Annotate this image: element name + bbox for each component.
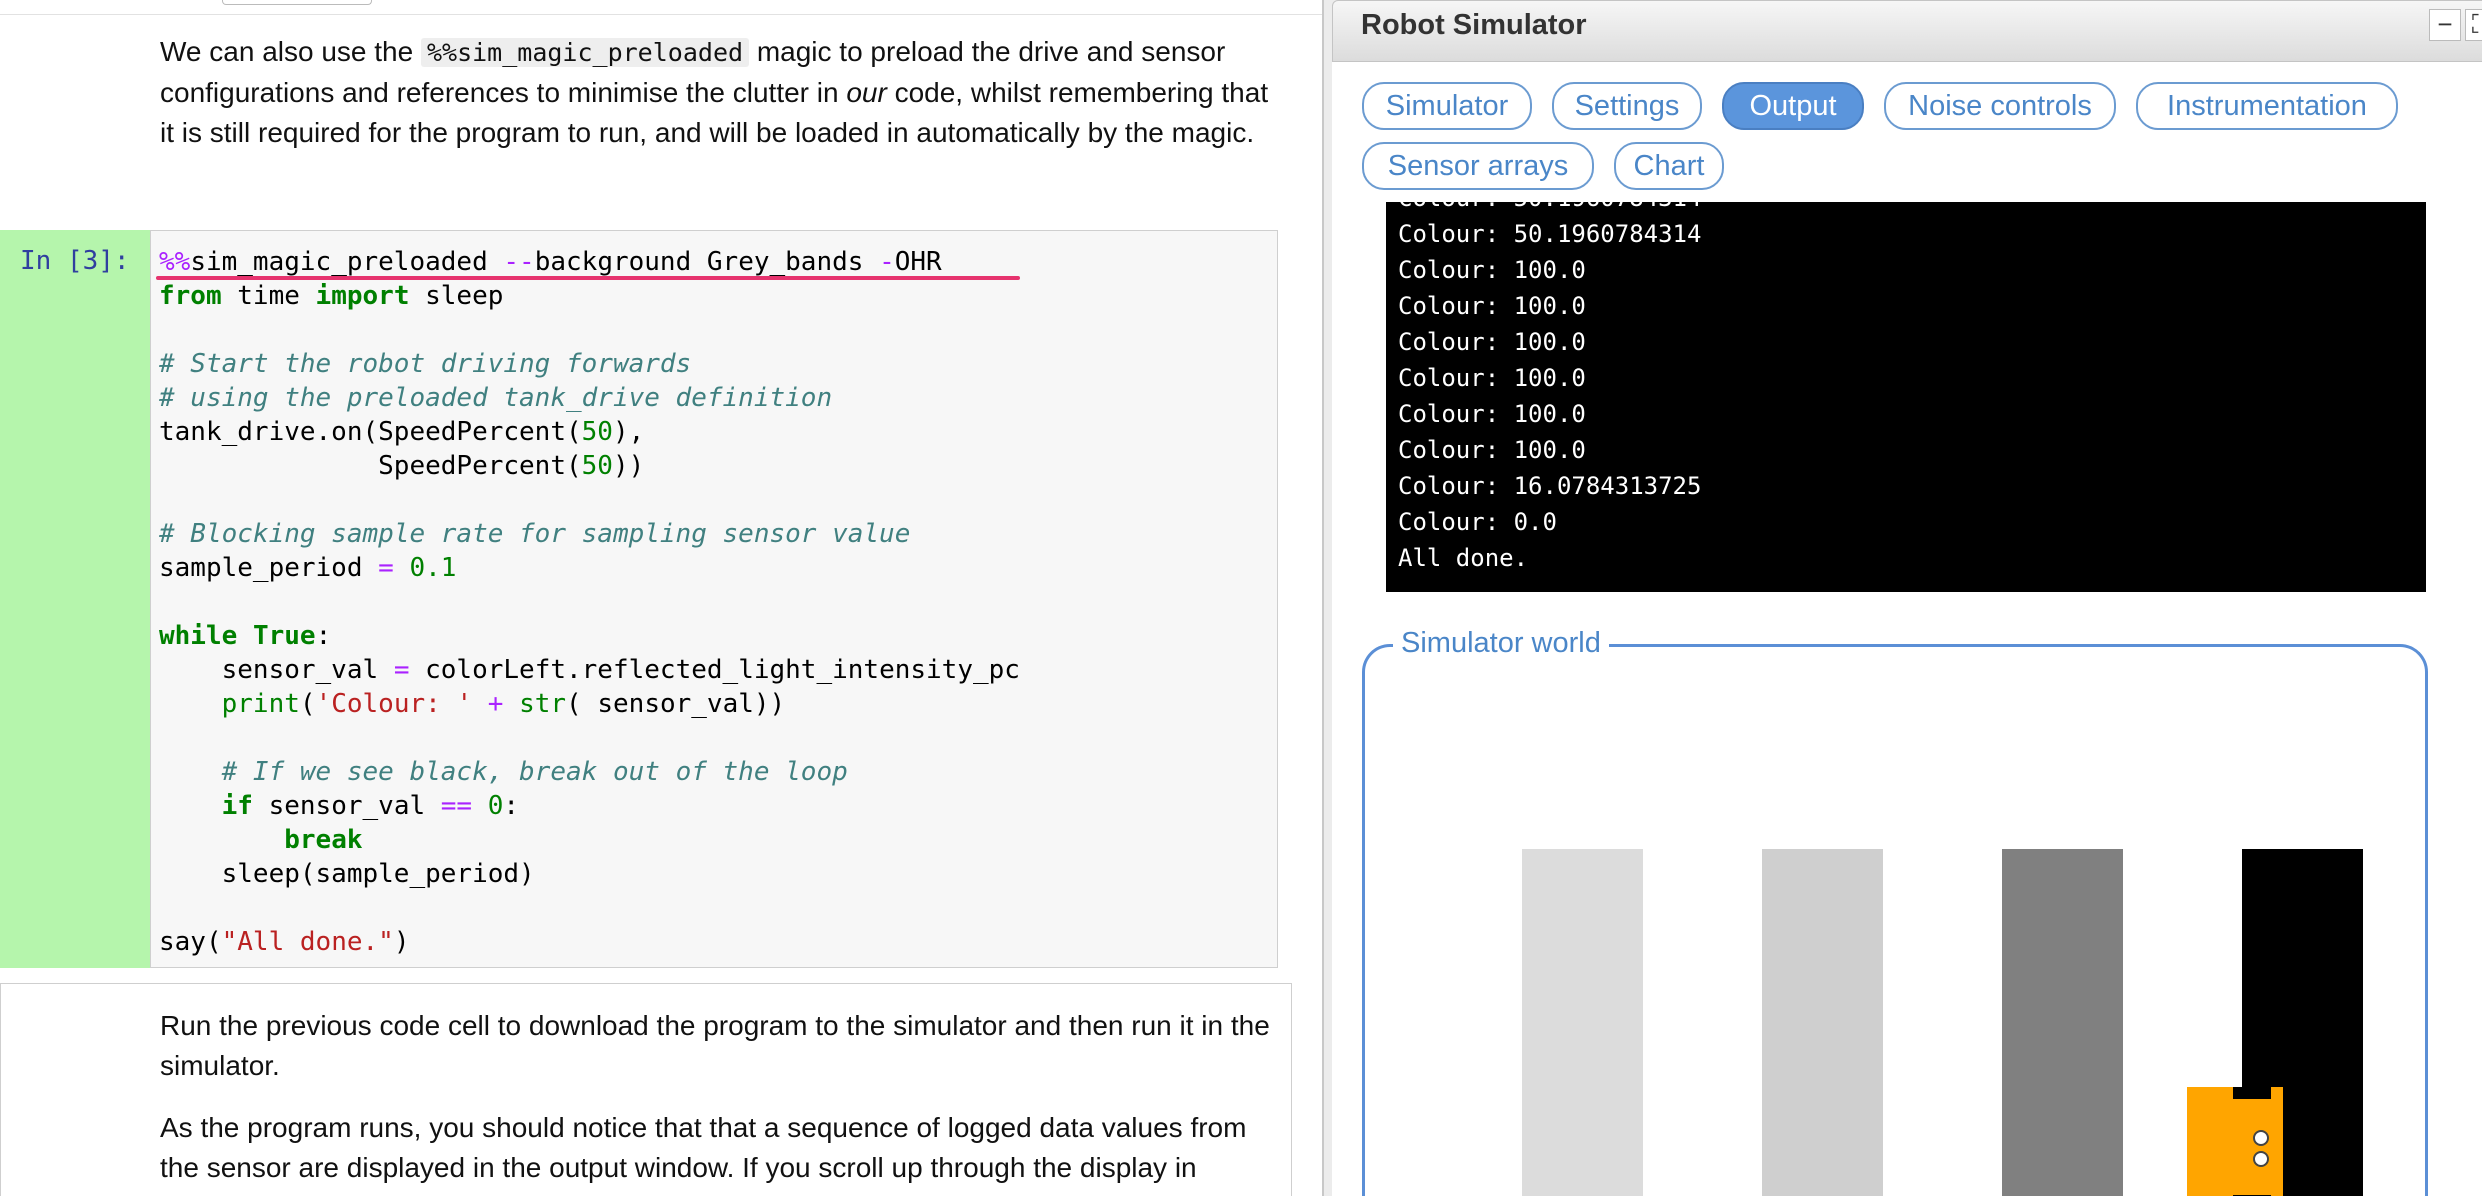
after-paragraph-1: Run the previous code cell to download t… — [160, 1010, 1270, 1081]
intro-paragraph: We can also use the %%sim_magic_preloade… — [160, 36, 1269, 148]
output-line: Colour: 100.0 — [1398, 256, 1586, 284]
output-console[interactable]: Colour: 50.1960784314 Colour: 50.1960784… — [1386, 202, 2426, 592]
output-line: Colour: 100.0 — [1398, 364, 1586, 392]
simulator-world: Simulator world — [1362, 627, 2428, 1196]
output-line: Colour: 50.1960784314 — [1398, 202, 1701, 216]
tab-sensor-arrays[interactable]: Sensor arrays — [1362, 142, 1594, 190]
robot-sensor-right — [2253, 1151, 2269, 1167]
output-line: Colour: 16.0784313725 — [1398, 472, 1702, 500]
output-line: Colour: 0.0 — [1398, 508, 1557, 536]
robot-body — [2187, 1087, 2283, 1196]
output-line: Colour: 100.0 — [1398, 292, 1586, 320]
output-line: Colour: 100.0 — [1398, 400, 1586, 428]
markdown-cell-intro[interactable]: We can also use the %%sim_magic_preloade… — [160, 32, 1280, 153]
minimize-icon[interactable]: − — [2429, 9, 2461, 41]
inline-code: %%sim_magic_preloaded — [420, 38, 750, 67]
grey-band-2 — [1762, 849, 1883, 1196]
robot-simulator-window: Robot Simulator − ⛶ Simulator Settings O… — [1322, 0, 2482, 1196]
tab-output[interactable]: Output — [1722, 82, 1864, 130]
tab-settings[interactable]: Settings — [1552, 82, 1702, 130]
tab-simulator[interactable]: Simulator — [1362, 82, 1532, 130]
tab-noise-controls[interactable]: Noise controls — [1884, 82, 2116, 130]
markdown-cell-after-text: Run the previous code cell to download t… — [160, 1006, 1280, 1188]
grey-band-1 — [1522, 849, 1643, 1196]
tab-chart[interactable]: Chart — [1614, 142, 1724, 190]
robot-wheel-top — [2233, 1087, 2271, 1099]
tab-instrumentation[interactable]: Instrumentation — [2136, 82, 2398, 130]
grey-band-3 — [2002, 849, 2123, 1196]
code-editor[interactable]: %%sim_magic_preloaded --background Grey_… — [150, 230, 1278, 968]
output-lines: Colour: 50.1960784314 Colour: 50.1960784… — [1398, 202, 1701, 576]
highlight-underline — [156, 276, 1020, 280]
robot-sensor-left — [2253, 1130, 2269, 1146]
simulator-titlebar[interactable]: Robot Simulator − ⛶ — [1332, 0, 2482, 62]
output-line: Colour: 100.0 — [1398, 436, 1586, 464]
world-canvas[interactable] — [1365, 647, 2425, 1196]
robot[interactable] — [2187, 1087, 2283, 1196]
code-source[interactable]: %%sim_magic_preloaded --background Grey_… — [159, 245, 1020, 959]
output-line: Colour: 50.1960784314 — [1398, 220, 1702, 248]
cell-gutter-running — [0, 230, 150, 968]
simulator-body: Simulator Settings Output Noise controls… — [1332, 62, 2482, 1196]
toolbar-button-stub[interactable] — [222, 0, 372, 5]
output-line: All done. — [1398, 544, 1529, 572]
after-paragraph-2: As the program runs, you should notice t… — [160, 1112, 1247, 1183]
maximize-icon[interactable]: ⛶ — [2465, 9, 2482, 41]
output-line: Colour: 100.0 — [1398, 328, 1586, 356]
cell-prompt: In [3]: — [20, 246, 130, 276]
simulator-title: Robot Simulator — [1361, 9, 1587, 41]
notebook-toolbar-edge — [0, 0, 1322, 15]
code-cell[interactable]: In [3]: %%sim_magic_preloaded --backgrou… — [0, 230, 1278, 968]
notebook-panel: We can also use the %%sim_magic_preloade… — [0, 0, 1322, 1196]
